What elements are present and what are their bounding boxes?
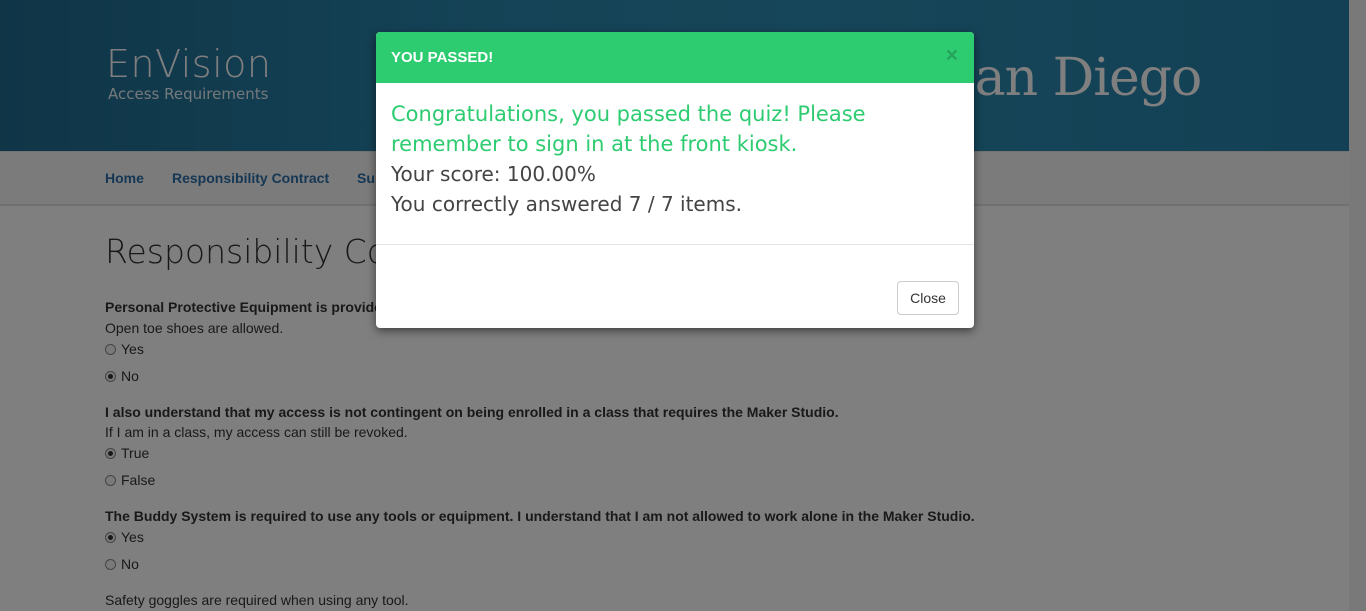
modal-header: YOU PASSED! ×: [376, 32, 974, 83]
modal-title: YOU PASSED!: [391, 49, 494, 66]
modal-body: Congratulations, you passed the quiz! Pl…: [391, 99, 951, 219]
close-icon[interactable]: ×: [946, 44, 958, 68]
answered-text: You correctly answered 7 / 7 items.: [391, 192, 742, 216]
modal-footer: Close: [376, 244, 974, 328]
result-modal: YOU PASSED! × Congratulations, you passe…: [376, 32, 974, 328]
congrats-message: Congratulations, you passed the quiz! Pl…: [391, 102, 866, 156]
score-text: Your score: 100.00%: [391, 162, 596, 186]
close-button[interactable]: Close: [897, 281, 959, 315]
